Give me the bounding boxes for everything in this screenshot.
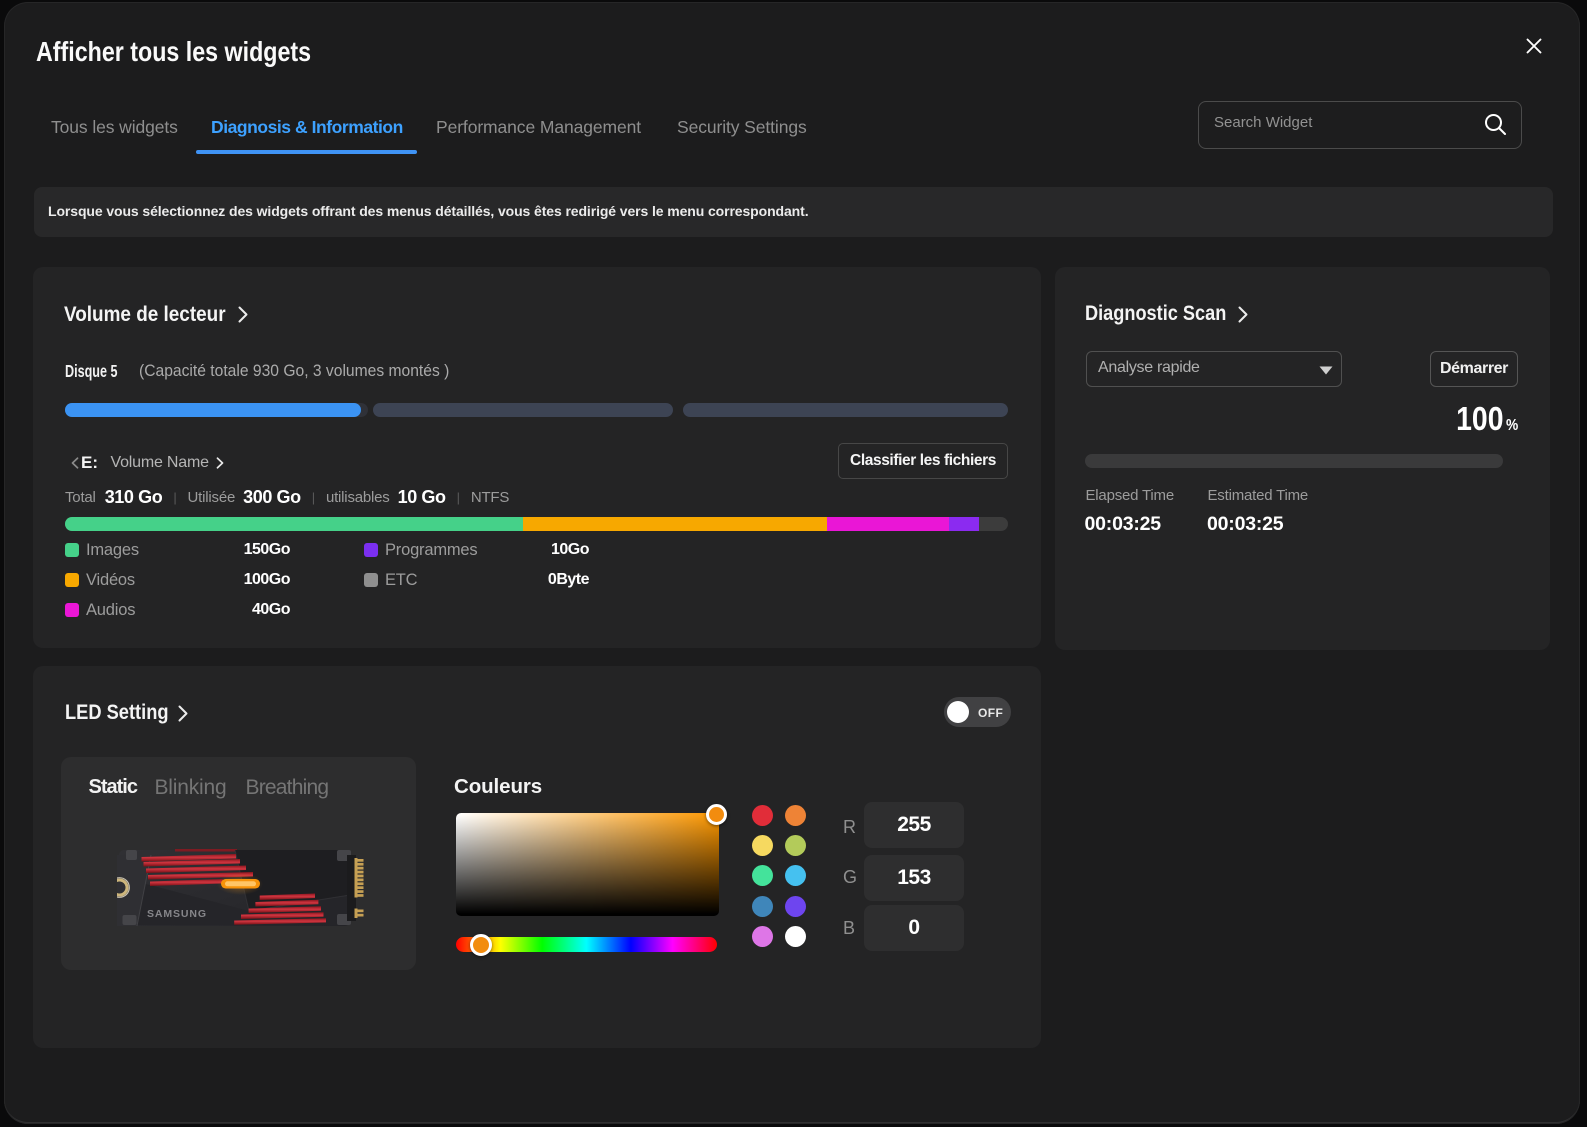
svg-text:SAMSUNG: SAMSUNG [147, 908, 207, 920]
